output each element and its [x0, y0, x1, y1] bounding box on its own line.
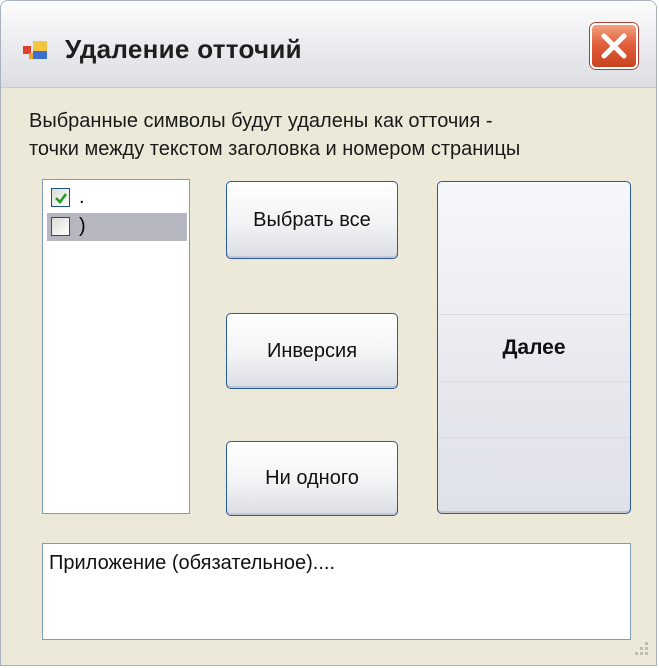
title-bar[interactable]: Удаление отточий — [1, 1, 656, 88]
next-button-label: Далее — [502, 335, 566, 359]
next-button[interactable]: Далее — [437, 181, 631, 514]
description-line-2: точки между текстом заголовка и номером … — [29, 138, 521, 160]
window-title: Удаление отточий — [65, 34, 302, 64]
dialog-window: Удаление отточий Выбранные символы будут… — [0, 0, 657, 666]
resize-grip-icon[interactable] — [632, 639, 650, 657]
list-item-label: ) — [79, 215, 86, 237]
app-icon — [23, 39, 49, 61]
close-button[interactable] — [590, 23, 638, 69]
description-text: Выбранные символы будут удалены как отто… — [29, 107, 629, 163]
list-item-label: . — [79, 186, 85, 208]
list-item[interactable]: ) — [47, 213, 187, 241]
checkbox-unchecked[interactable] — [51, 217, 70, 236]
description-line-1: Выбранные символы будут удалены как отто… — [29, 110, 493, 132]
appendix-text-field[interactable]: Приложение (обязательное).... — [42, 543, 631, 640]
select-all-button[interactable]: Выбрать все — [226, 181, 398, 259]
checkbox-checked[interactable] — [51, 188, 70, 207]
select-none-button[interactable]: Ни одного — [226, 441, 398, 516]
list-item[interactable]: . — [47, 184, 187, 212]
close-icon — [601, 33, 627, 59]
symbols-checklist[interactable]: . ) — [42, 179, 190, 514]
inverse-selection-button[interactable]: Инверсия — [226, 313, 398, 389]
check-mark-icon — [55, 193, 68, 204]
